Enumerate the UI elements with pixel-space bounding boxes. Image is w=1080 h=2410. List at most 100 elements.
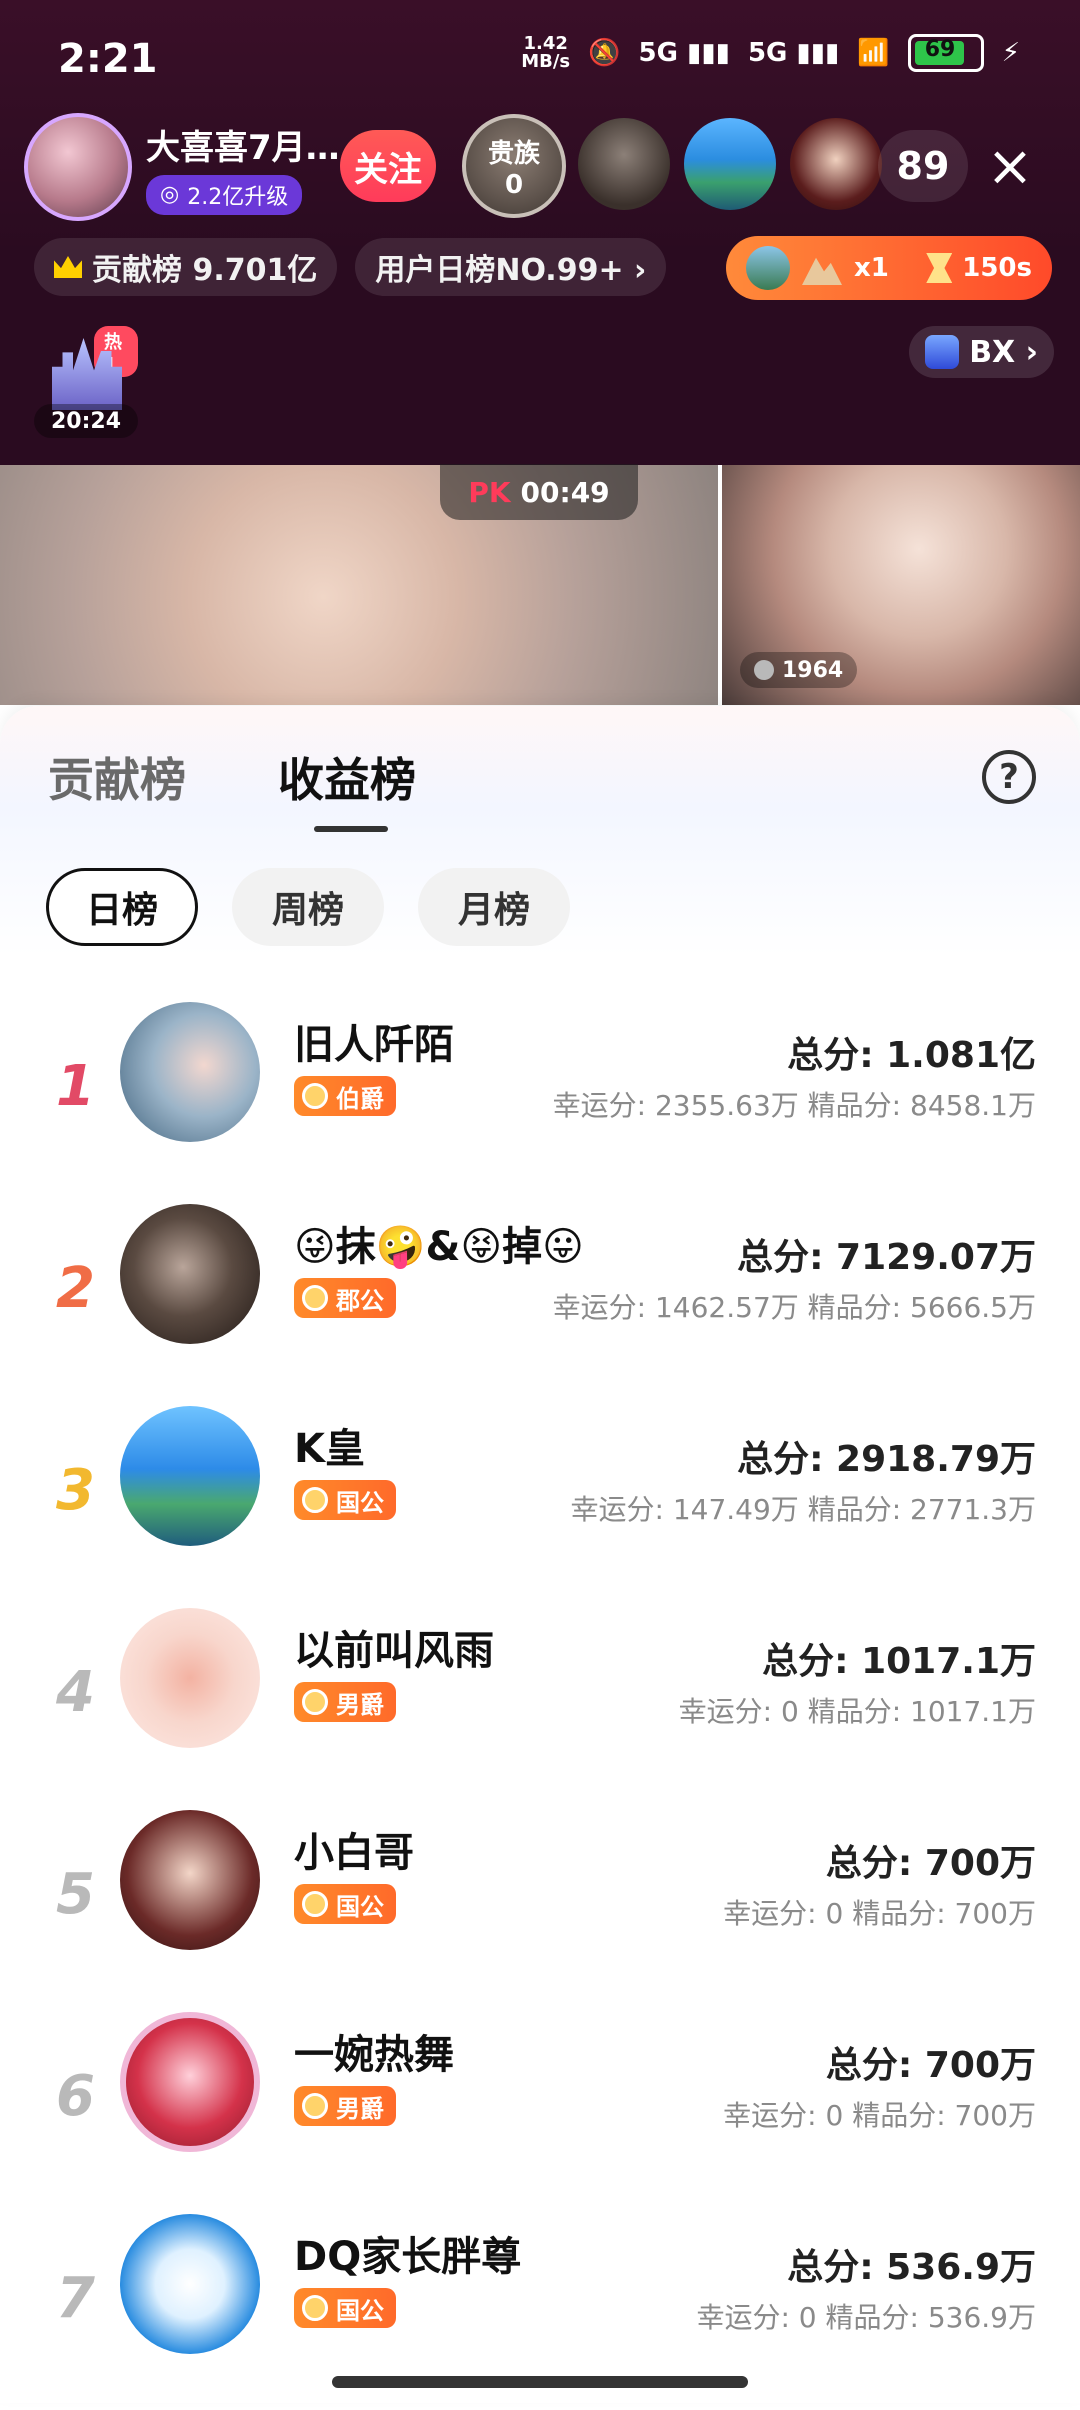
follow-button[interactable]: 关注 xyxy=(340,130,436,202)
rank-row-6[interactable]: 6 一婉热舞 男爵 总分: 700万 幸运分: 0 精品分: 700万 xyxy=(0,2006,1080,2208)
medal-icon xyxy=(302,1285,328,1311)
title-text: 男爵 xyxy=(336,2094,384,2123)
medal-icon xyxy=(302,1487,328,1513)
rank-number: 1 xyxy=(56,1054,95,1119)
battery-percent: 69 xyxy=(924,37,956,62)
mute-icon: 🔕 xyxy=(588,38,621,68)
noble-count: 0 xyxy=(504,169,524,200)
signal-5g-2: 5G ▮▮▮ xyxy=(747,38,840,68)
tab-earnings[interactable]: 收益榜 xyxy=(278,744,416,832)
user-name[interactable]: DQ家长胖尊 xyxy=(294,2224,521,2282)
rank-number: 5 xyxy=(56,1862,95,1927)
user-day-rank-pill[interactable]: 用户日榜NO.99+ › xyxy=(355,238,667,296)
rank-number: 3 xyxy=(56,1458,95,1523)
score-breakdown: 幸运分: 0 精品分: 536.9万 xyxy=(696,2301,1036,2334)
avatar[interactable] xyxy=(120,1608,260,1748)
rank-row-1[interactable]: 1 旧人阡陌 伯爵 总分: 1.081亿 幸运分: 2355.63万 精品分: … xyxy=(0,996,1080,1198)
home-indicator[interactable] xyxy=(332,2376,748,2388)
help-icon[interactable]: ? xyxy=(982,750,1036,804)
gift-icon xyxy=(802,257,842,285)
score-breakdown: 幸运分: 0 精品分: 700万 xyxy=(723,2099,1036,2132)
wifi-icon: 📶 xyxy=(857,38,890,68)
total-score: 总分: 700万 xyxy=(825,1843,1036,1884)
title-text: 伯爵 xyxy=(336,1084,384,1113)
avatar[interactable] xyxy=(120,2012,260,2152)
viewer-avatar-2[interactable] xyxy=(684,118,776,210)
network-speed: 1.42 MB/s xyxy=(521,35,570,71)
live-room-header: 2:21 1.42 MB/s 🔕 5G ▮▮▮ 5G ▮▮▮ 📶 69 ⚡ 大喜… xyxy=(0,0,1080,465)
status-bar: 2:21 1.42 MB/s 🔕 5G ▮▮▮ 5G ▮▮▮ 📶 69 ⚡ xyxy=(0,0,1080,120)
pk-timer: 00:49 xyxy=(520,475,610,509)
status-right: 1.42 MB/s 🔕 5G ▮▮▮ 5G ▮▮▮ 📶 69 ⚡ xyxy=(521,34,1020,72)
rank-row-4[interactable]: 4 以前叫风雨 男爵 总分: 1017.1万 幸运分: 0 精品分: 1017.… xyxy=(0,1602,1080,1804)
score-breakdown: 幸运分: 147.49万 精品分: 2771.3万 xyxy=(570,1493,1036,1526)
user-name[interactable]: K皇 xyxy=(294,1416,365,1474)
user-name[interactable]: 旧人阡陌 xyxy=(294,1012,454,1070)
hourglass-icon xyxy=(926,253,953,283)
score-breakdown: 幸运分: 0 精品分: 700万 xyxy=(723,1897,1036,1930)
host-upgrade-badge: ◎ 2.2亿升级 xyxy=(146,174,303,215)
avatar[interactable] xyxy=(120,2214,260,2354)
host-info: 大喜喜7月… ◎ 2.2亿升级 xyxy=(146,120,340,215)
signal-5g-1: 5G ▮▮▮ xyxy=(638,38,730,68)
crown-icon xyxy=(54,256,82,278)
tab-contribution[interactable]: 贡献榜 xyxy=(48,744,186,810)
rank-row-2[interactable]: 2 😜抹🤪&😝掉😛 郡公 总分: 7129.07万 幸运分: 1462.57万 … xyxy=(0,1198,1080,1400)
total-score: 总分: 700万 xyxy=(825,2045,1036,2086)
close-icon[interactable]: × xyxy=(974,130,1046,202)
rank-row-5[interactable]: 5 小白哥 国公 总分: 700万 幸运分: 0 精品分: 700万 xyxy=(0,1804,1080,2006)
host-upgrade-text: 2.2亿升级 xyxy=(187,184,289,210)
filter-month[interactable]: 月榜 xyxy=(418,868,570,946)
user-name[interactable]: 以前叫风雨 xyxy=(294,1618,494,1676)
rank-pills: 贡献榜 9.701亿 用户日榜NO.99+ › xyxy=(34,238,667,296)
filter-week[interactable]: 周榜 xyxy=(232,868,384,946)
noble-label: 贵族 xyxy=(487,138,540,169)
avatar[interactable] xyxy=(120,1002,260,1142)
viewer-avatar-1[interactable] xyxy=(578,118,670,210)
avatar[interactable] xyxy=(120,1810,260,1950)
title-badge: 国公 xyxy=(294,2288,396,2328)
contribution-rank-pill[interactable]: 贡献榜 9.701亿 xyxy=(34,238,338,296)
host-avatar[interactable] xyxy=(24,113,132,221)
avatar[interactable] xyxy=(120,1204,260,1344)
battery-icon: 69 xyxy=(907,34,984,72)
title-text: 国公 xyxy=(336,2296,384,2325)
charging-icon: ⚡ xyxy=(1001,38,1020,68)
noble-badge[interactable]: 贵族 0 xyxy=(462,114,566,218)
pk-right-score: 1964 xyxy=(740,652,858,688)
viewer-avatars[interactable] xyxy=(578,118,882,210)
title-badge: 男爵 xyxy=(294,2086,396,2126)
pk-logo: PK xyxy=(468,475,511,509)
user-name[interactable]: 小白哥 xyxy=(294,1820,414,1878)
score-breakdown: 幸运分: 2355.63万 精品分: 8458.1万 xyxy=(552,1089,1036,1122)
title-badge: 郡公 xyxy=(294,1278,396,1318)
total-score: 总分: 536.9万 xyxy=(787,2247,1036,2288)
medal-icon xyxy=(302,1891,328,1917)
title-text: 国公 xyxy=(336,1488,384,1517)
title-text: 国公 xyxy=(336,1892,384,1921)
bx-button[interactable]: BX › xyxy=(909,326,1054,378)
gift-strip[interactable]: x1 150s xyxy=(726,236,1052,300)
user-name[interactable]: 😜抹🤪&😝掉😛 xyxy=(294,1214,584,1272)
gift-strip-left: x1 xyxy=(746,246,889,290)
title-badge: 伯爵 xyxy=(294,1076,396,1116)
host-card[interactable]: 大喜喜7月… ◎ 2.2亿升级 xyxy=(24,112,340,222)
rank-row-3[interactable]: 3 K皇 国公 总分: 2918.79万 幸运分: 147.49万 精品分: 2… xyxy=(0,1400,1080,1602)
user-day-rank-text: 用户日榜NO.99+ › xyxy=(375,253,647,288)
avatar[interactable] xyxy=(120,1406,260,1546)
bx-label: BX › xyxy=(969,334,1038,370)
badge-icon: ◎ xyxy=(160,182,180,207)
score-dot-icon xyxy=(754,660,774,680)
castle-widget[interactable]: 热1 20:24 xyxy=(34,326,138,438)
viewer-count[interactable]: 89 xyxy=(878,130,968,202)
pk-right-score-value: 1964 xyxy=(782,657,844,683)
score-breakdown: 幸运分: 1462.57万 精品分: 5666.5万 xyxy=(552,1291,1036,1324)
gift-multiplier: x1 xyxy=(854,253,889,283)
viewer-avatar-3[interactable] xyxy=(790,118,882,210)
score-breakdown: 幸运分: 0 精品分: 1017.1万 xyxy=(678,1695,1036,1728)
filter-day[interactable]: 日榜 xyxy=(46,868,198,946)
contribution-rank-text: 贡献榜 9.701亿 xyxy=(92,253,318,288)
rank-number: 7 xyxy=(56,2266,95,2331)
user-name[interactable]: 一婉热舞 xyxy=(294,2022,454,2080)
rank-number: 6 xyxy=(56,2064,95,2129)
